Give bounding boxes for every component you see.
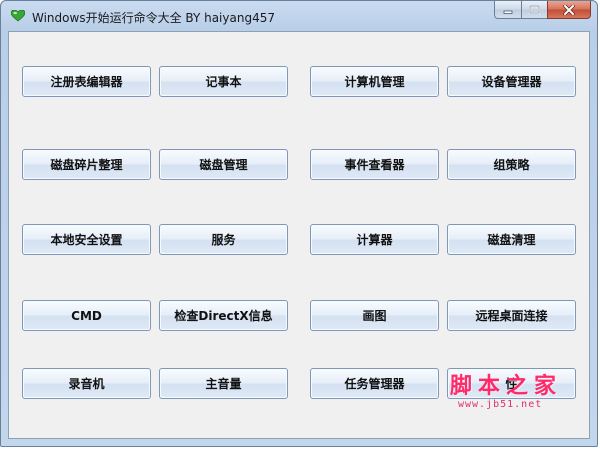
notepad-button[interactable]: 记事本 [159, 66, 288, 97]
task-manager-button[interactable]: 任务管理器 [310, 368, 439, 399]
paint-button[interactable]: 画图 [310, 300, 439, 331]
device-manager-button[interactable]: 设备管理器 [447, 66, 576, 97]
defrag-button[interactable]: 磁盘碎片整理 [22, 149, 151, 180]
cmd-button[interactable]: CMD [22, 300, 151, 331]
remote-desktop-button[interactable]: 远程桌面连接 [447, 300, 576, 331]
maximize-button[interactable] [521, 1, 547, 19]
title-bar[interactable]: Windows开始运行命令大全 BY haiyang457 [1, 1, 597, 31]
disk-cleanup-button[interactable]: 磁盘清理 [447, 224, 576, 255]
green-heart-icon [11, 10, 25, 22]
local-security-button[interactable]: 本地安全设置 [22, 224, 151, 255]
performance-button[interactable]: 性 [447, 368, 576, 399]
event-viewer-button[interactable]: 事件查看器 [310, 149, 439, 180]
minimize-button[interactable] [494, 1, 521, 19]
sound-recorder-button[interactable]: 录音机 [22, 368, 151, 399]
services-button[interactable]: 服务 [159, 224, 288, 255]
group-policy-button[interactable]: 组策略 [447, 149, 576, 180]
disk-management-button[interactable]: 磁盘管理 [159, 149, 288, 180]
close-icon [563, 4, 575, 15]
maximize-icon [529, 5, 540, 14]
regedit-button[interactable]: 注册表编辑器 [22, 66, 151, 97]
calculator-button[interactable]: 计算器 [310, 224, 439, 255]
directx-diag-button[interactable]: 检查DirectX信息 [159, 300, 288, 331]
window-title: Windows开始运行命令大全 BY haiyang457 [32, 11, 275, 25]
caption-buttons [494, 1, 591, 20]
master-volume-button[interactable]: 主音量 [159, 368, 288, 399]
minimize-icon [503, 10, 513, 14]
computer-management-button[interactable]: 计算机管理 [310, 66, 439, 97]
close-button[interactable] [547, 1, 591, 19]
